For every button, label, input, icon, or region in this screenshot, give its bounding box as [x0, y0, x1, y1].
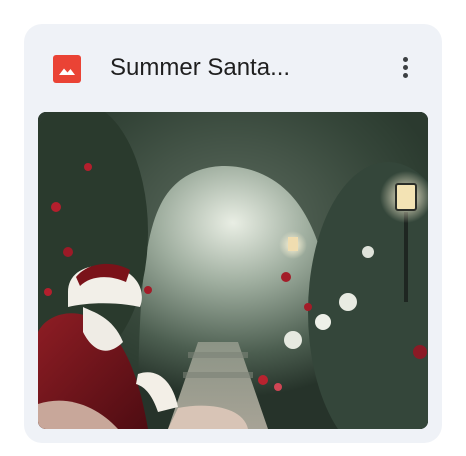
thumbnail-preview[interactable]: [38, 112, 428, 429]
file-name: Summer Santa...: [110, 54, 291, 81]
image-file-icon: [53, 55, 81, 83]
santa-in-garden-image: [38, 112, 428, 429]
file-card[interactable]: Summer Santa...: [24, 24, 442, 443]
more-vert-icon[interactable]: [390, 52, 422, 84]
